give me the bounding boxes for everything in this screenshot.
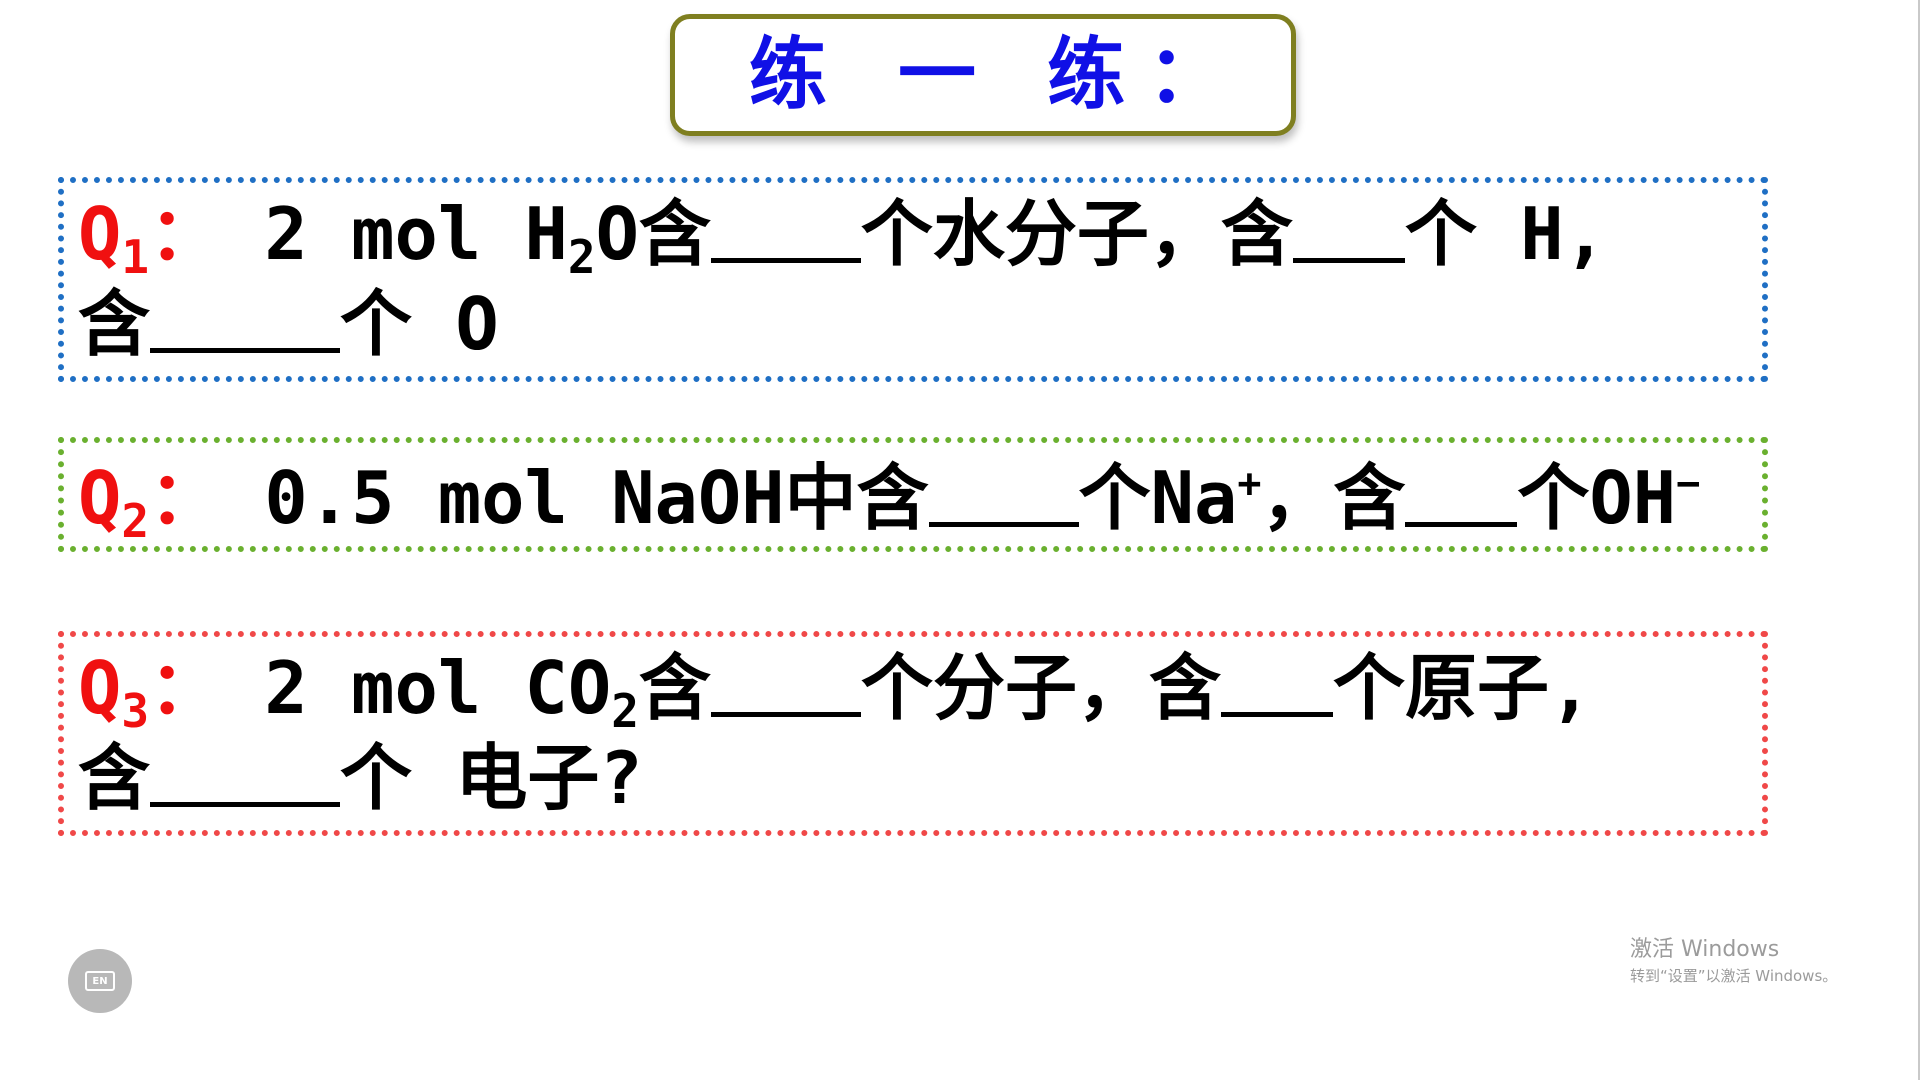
ime-language-button[interactable]: EN [68,949,132,1013]
question-1-line-2: 含个 O [78,279,1748,369]
question-1-text: 2 mol H [221,192,568,276]
question-3-text: 含 [78,736,151,820]
question-2-line-1: Q2： 0.5 mol NaOH中含 个Na+，含 个OH− [78,453,1748,548]
answer-blank [150,744,341,807]
question-3-label: Q3： [78,646,222,738]
answer-blank [150,290,341,353]
title-box: 练 一 练： [670,14,1296,136]
question-3-text: 个 电子? [340,736,643,820]
question-2-box: Q2： 0.5 mol NaOH中含 个Na+，含 个OH− [58,437,1768,552]
question-1-text: 个 O [340,282,499,366]
question-1-text: 个水分子，含 [860,192,1293,276]
answer-blank [1292,200,1405,263]
question-1-text: O含 [595,192,711,276]
question-1-line-1: Q1： 2 mol H2O含 个水分子，含 个 H, [78,189,1748,284]
windows-activation-watermark: 激活 Windows 转到“设置”以激活 Windows。 [1630,935,1837,987]
question-2-text: ，含 [1261,456,1406,540]
question-3-line-2: 含 个 电子? [78,733,1748,823]
question-3-box: Q3： 2 mol CO2含 个分子，含 个原子, 含个 电子? [58,631,1768,836]
question-2-label: Q2： [78,456,222,548]
superscript: + [1237,461,1262,507]
question-2-text: 个Na [1078,456,1238,540]
activation-title: 激活 Windows [1630,937,1780,962]
question-1-label: Q1： [78,192,222,284]
answer-blank [710,654,861,717]
activation-subtitle: 转到“设置”以激活 Windows。 [1630,967,1838,985]
question-1-text: 个 H, [1404,192,1607,276]
slide-title: 练 一 练： [748,30,1248,120]
question-3-text: 2 mol CO [221,646,612,730]
subscript: 2 [611,684,639,738]
superscript: − [1676,461,1701,507]
answer-blank [928,464,1079,527]
ime-language-label: EN [92,975,108,987]
question-3-text: 个原子, [1332,646,1593,730]
question-3-text: 个分子，含 [860,646,1221,730]
question-1-box: Q1： 2 mol H2O含 个水分子，含 个 H, 含 个 O [58,177,1768,382]
question-1-text: 含 [78,282,151,366]
question-3-text: 含 [638,646,711,730]
question-2-text: 个OH [1517,456,1677,540]
answer-blank [1405,464,1518,527]
answer-blank [710,200,861,263]
question-3-line-1: Q3： 2 mol CO2含 个分子，含 个原子, [78,643,1748,738]
answer-blank [1220,654,1333,717]
keyboard-icon: EN [85,971,115,991]
subscript: 2 [567,230,596,284]
question-2-text: 0.5 mol NaOH中含 [221,456,929,540]
